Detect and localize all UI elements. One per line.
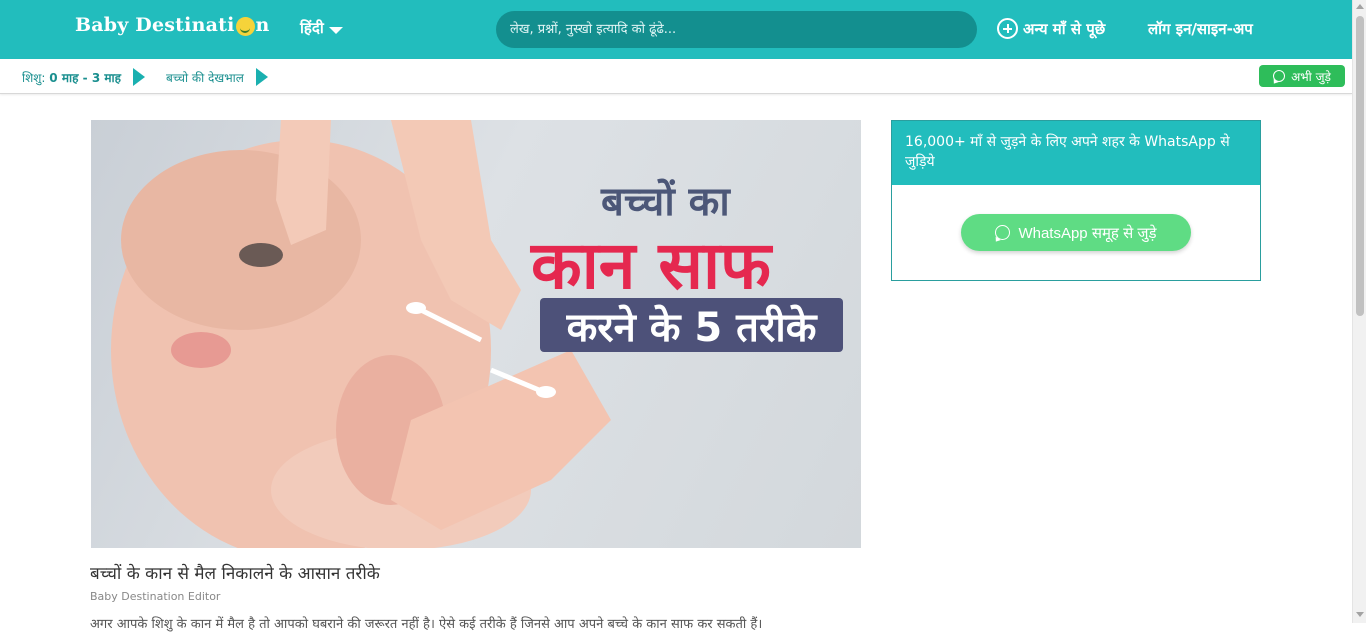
language-label: हिंदी: [300, 19, 324, 37]
article-author: Baby Destination Editor: [90, 590, 221, 603]
scroll-up-icon[interactable]: [1356, 4, 1364, 9]
join-whatsapp-group-button[interactable]: WhatsApp समूह से जुड़े: [961, 214, 1191, 251]
join-whatsapp-label: WhatsApp समूह से जुड़े: [1018, 224, 1157, 242]
whatsapp-card-title: 16,000+ माँ से जुड़ने के लिए अपने शहर के…: [892, 121, 1260, 185]
chevron-down-icon: [328, 26, 343, 34]
play-arrow-icon: [133, 68, 145, 86]
logo[interactable]: Baby Destinati n: [75, 14, 270, 36]
join-now-label: अभी जुड़े: [1291, 69, 1331, 84]
breadcrumb-age-range: 0 माह - 3 माह: [49, 70, 121, 85]
ask-other-moms-button[interactable]: अन्य माँ से पूछे: [997, 18, 1105, 39]
smiley-icon: [235, 16, 255, 36]
login-signup-link[interactable]: लॉग इन/साइन-अप: [1148, 19, 1253, 39]
hero-title-line2: कान साफ: [531, 227, 771, 304]
whatsapp-icon: [1273, 70, 1286, 82]
breadcrumb-prefix: शिशु:: [22, 70, 50, 85]
sub-navbar: शिशु: 0 माह - 3 माह बच्चो की देखभाल अभी …: [0, 59, 1352, 94]
search-input[interactable]: [496, 11, 977, 48]
play-arrow-icon: [255, 68, 268, 86]
article-teaser: अगर आपके शिशु के कान में मैल है तो आपको …: [90, 617, 763, 632]
ask-label: अन्य माँ से पूछे: [1023, 19, 1106, 38]
breadcrumb-baby-age-text: शिशु: 0 माह - 3 माह: [22, 69, 121, 86]
whatsapp-group-card: 16,000+ माँ से जुड़ने के लिए अपने शहर के…: [891, 120, 1261, 281]
plus-circle-icon: [997, 18, 1018, 39]
logo-text: Baby Destinati: [75, 14, 235, 36]
breadcrumb-baby-age[interactable]: शिशु: 0 माह - 3 माह: [22, 68, 145, 86]
article-title[interactable]: बच्चों के कान से मैल निकालने के आसान तरी…: [90, 561, 380, 584]
vertical-scrollbar[interactable]: [1352, 0, 1366, 623]
breadcrumb-baby-care-text: बच्चो की देखभाल: [166, 70, 244, 85]
language-selector[interactable]: हिंदी: [300, 18, 343, 38]
scrollbar-thumb[interactable]: [1356, 16, 1364, 316]
join-now-button[interactable]: अभी जुड़े: [1259, 65, 1345, 87]
breadcrumb-baby-care[interactable]: बच्चो की देखभाल: [166, 68, 268, 86]
top-navbar: Baby Destinati n हिंदी अन्य माँ से पूछे ल…: [0, 0, 1352, 59]
whatsapp-icon: [995, 225, 1011, 240]
scroll-down-icon[interactable]: [1356, 612, 1364, 617]
article-hero-image[interactable]: बच्चों का कान साफ करने के 5 तरीके: [91, 120, 861, 548]
hero-title-line3: करने के 5 तरीके: [540, 298, 843, 352]
logo-text-end: n: [255, 14, 270, 36]
